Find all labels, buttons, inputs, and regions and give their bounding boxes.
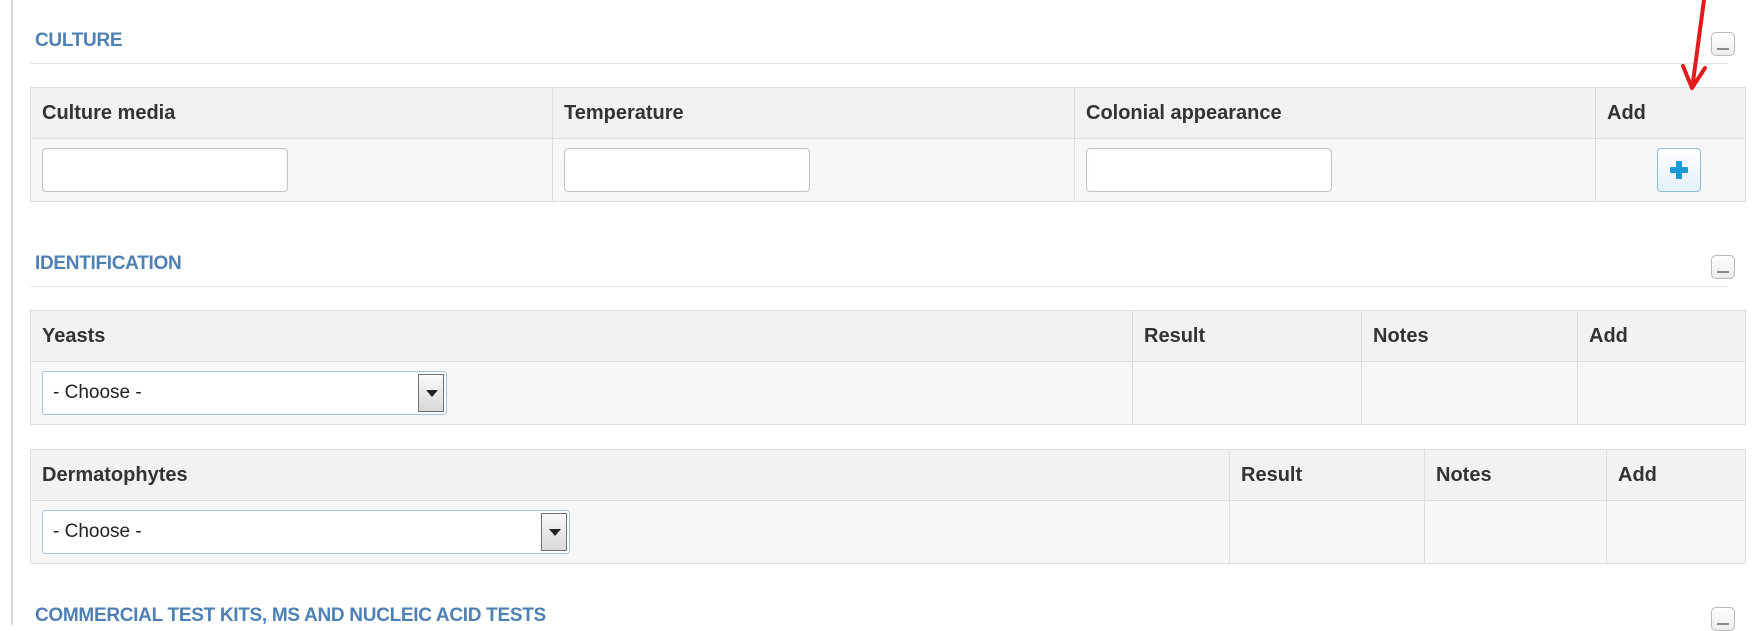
yeasts-select[interactable]: - Choose - bbox=[42, 371, 447, 415]
section-title-commercial: COMMERCIAL TEST KITS, MS AND NUCLEIC ACI… bbox=[35, 605, 546, 626]
chevron-down-icon[interactable] bbox=[541, 513, 567, 551]
collapse-identification-button[interactable] bbox=[1711, 255, 1735, 279]
section-divider bbox=[30, 63, 1728, 64]
culture-media-input[interactable] bbox=[42, 148, 288, 192]
section-title-culture: CULTURE bbox=[35, 30, 123, 51]
temperature-input[interactable] bbox=[564, 148, 810, 192]
red-arrow-annotation bbox=[1681, 0, 1707, 90]
plus-icon bbox=[1670, 161, 1688, 179]
column-header-add: Add bbox=[1577, 310, 1746, 362]
yeasts-table: Yeasts Result Notes Add - Choose - bbox=[30, 310, 1746, 425]
culture-table: Culture media Temperature Colonial appea… bbox=[30, 87, 1746, 202]
column-header-add: Add bbox=[1595, 87, 1746, 139]
left-border bbox=[11, 0, 13, 625]
section-divider bbox=[30, 286, 1728, 287]
chevron-down-icon[interactable] bbox=[418, 374, 444, 412]
collapse-commercial-button[interactable] bbox=[1711, 607, 1735, 631]
add-cell bbox=[1606, 500, 1746, 564]
add-culture-button[interactable] bbox=[1657, 148, 1701, 192]
table-row: - Choose - bbox=[30, 500, 1746, 564]
section-title-identification: IDENTIFICATION bbox=[35, 253, 182, 274]
dermatophytes-select-value: - Choose - bbox=[53, 521, 142, 542]
column-header-result: Result bbox=[1229, 449, 1425, 501]
table-row bbox=[30, 138, 1746, 202]
column-header-result: Result bbox=[1132, 310, 1362, 362]
column-header-colonial-appearance: Colonial appearance bbox=[1074, 87, 1596, 139]
column-header-yeasts: Yeasts bbox=[30, 310, 1133, 362]
column-header-notes: Notes bbox=[1424, 449, 1607, 501]
result-cell bbox=[1132, 361, 1362, 425]
yeasts-select-value: - Choose - bbox=[53, 382, 142, 403]
column-header-notes: Notes bbox=[1361, 310, 1578, 362]
colonial-appearance-input[interactable] bbox=[1086, 148, 1332, 192]
column-header-dermatophytes: Dermatophytes bbox=[30, 449, 1230, 501]
notes-cell bbox=[1361, 361, 1578, 425]
column-header-temperature: Temperature bbox=[552, 87, 1075, 139]
column-header-add: Add bbox=[1606, 449, 1746, 501]
add-cell bbox=[1577, 361, 1746, 425]
result-cell bbox=[1229, 500, 1425, 564]
dermatophytes-select[interactable]: - Choose - bbox=[42, 510, 570, 554]
column-header-culture-media: Culture media bbox=[30, 87, 553, 139]
dermatophytes-table: Dermatophytes Result Notes Add - Choose … bbox=[30, 449, 1746, 564]
table-row: - Choose - bbox=[30, 361, 1746, 425]
notes-cell bbox=[1424, 500, 1607, 564]
